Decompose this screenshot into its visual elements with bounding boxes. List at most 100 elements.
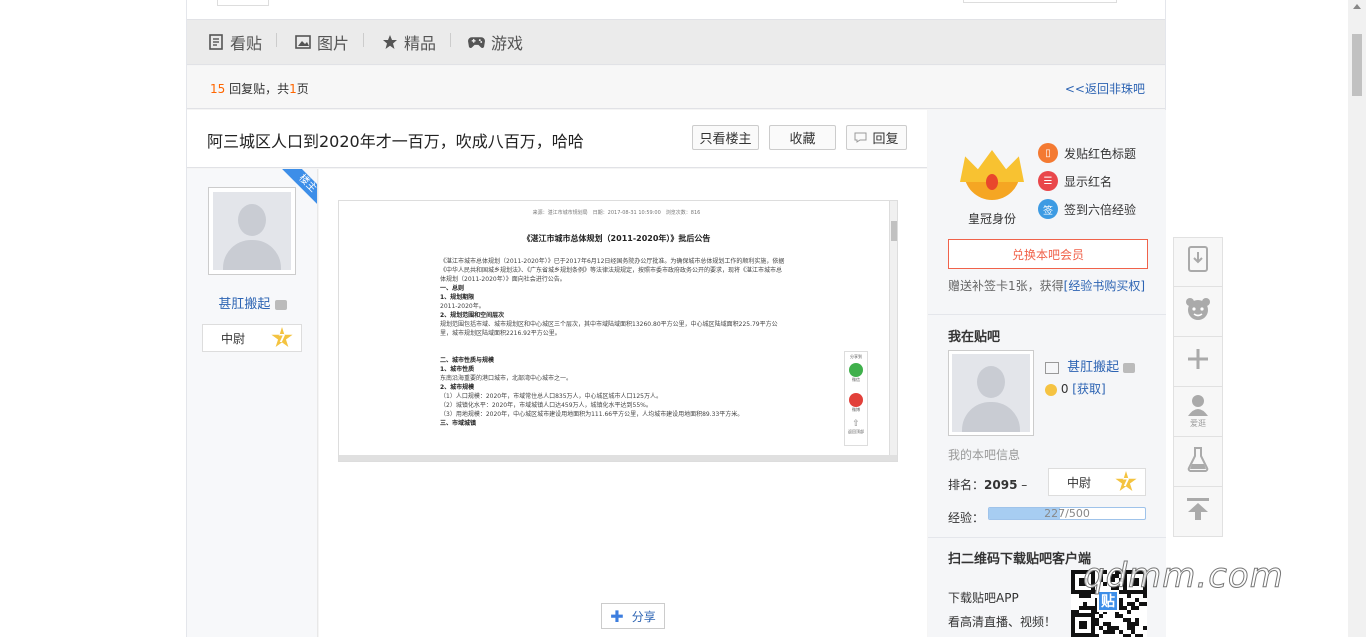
doc-heading: 三、市域城镇	[440, 420, 477, 427]
qr-module	[1127, 610, 1131, 614]
only-op-button[interactable]: 只看楼主	[692, 125, 759, 150]
comment-icon	[854, 132, 867, 143]
image-icon	[294, 34, 311, 51]
qr-finder	[1079, 621, 1087, 629]
default-avatar-icon	[213, 192, 291, 270]
redeem-membership-button[interactable]: 兑换本吧会员	[948, 239, 1148, 269]
doc-heading: 2、城市规模	[440, 384, 475, 391]
thread-title-bar: 阿三城区人口到2020年才一百万，吹成八百万，哈哈 只看楼主 收藏 回复	[187, 110, 927, 168]
qr-line-2: 看高清直播、视频！	[948, 615, 1057, 629]
doc-hscrollbar	[339, 455, 897, 461]
doc-meta: 来源：湛江市城市规划局 日期：2017-08-31 10:59:00 浏览次数：…	[532, 210, 701, 216]
top-button-stub[interactable]	[217, 0, 269, 6]
tool-download-app[interactable]	[1173, 237, 1223, 287]
perk-label: 签到六倍经验	[1064, 202, 1137, 217]
post-image[interactable]: 来源：湛江市城市规划局 日期：2017-08-31 10:59:00 浏览次数：…	[338, 200, 898, 462]
bookmark-icon: ▯	[1038, 143, 1058, 163]
my-section-title: 我在贴吧	[948, 330, 1001, 345]
post-content: 来源：湛江市城市规划局 日期：2017-08-31 10:59:00 浏览次数：…	[319, 169, 927, 637]
qr-module	[1095, 618, 1099, 622]
thread-tabs: 看贴 图片 精品 游戏	[187, 20, 1165, 65]
my-name[interactable]: 甚肛搬起	[1045, 356, 1136, 375]
up-arrow-icon: ⇧	[852, 419, 860, 429]
scroll-up-arrow-icon[interactable]	[1353, 4, 1361, 9]
tool-user-label: 爱逛	[1190, 419, 1206, 428]
doc-share-weibo: 微博	[852, 407, 860, 412]
star-icon	[381, 34, 398, 51]
doc-paragraph: 东南沿海重要的港口城市，北部湾中心城市之一。	[440, 375, 573, 382]
author-rank[interactable]: 中尉 7	[202, 324, 302, 352]
qr-module	[1131, 626, 1135, 630]
qr-module	[1143, 626, 1147, 630]
level-star-icon: 7	[1115, 471, 1137, 492]
my-avatar[interactable]	[948, 350, 1034, 436]
wechat-icon	[849, 363, 863, 377]
get-coins-link[interactable]: [获取]	[1072, 382, 1105, 396]
tool-add[interactable]	[1173, 337, 1223, 387]
membership-panel: 皇冠身份 ▯ 发贴红色标题 ☰ 显示红名 签 签到六倍经验	[928, 110, 1166, 230]
floating-toolbar: 爱逛	[1173, 237, 1223, 537]
weibo-icon	[849, 393, 863, 407]
share-button[interactable]: ✚ 分享	[601, 603, 665, 629]
pager-bar: 15 回复贴，共1页 <<返回非珠吧	[187, 66, 1165, 109]
doc-paragraph: （2）城镇化水平：2020年，市域城镇人口达459万人，城镇化水平达到55%。	[440, 402, 652, 409]
bonus-text: 赠送补签卡1张，获得[经验书购买权]	[948, 277, 1145, 294]
tab-view-posts[interactable]: 看贴	[207, 30, 276, 54]
author-name[interactable]: 甚肛搬起	[187, 293, 318, 312]
qr-module	[1123, 606, 1127, 610]
perk-label: 发贴红色标题	[1064, 146, 1137, 161]
qr-module	[1111, 626, 1115, 630]
doc-paragraph: （3）用地规模：2020年，中心城区城市建设用地面积为111.66平方公里，人均…	[440, 411, 744, 418]
tab-games[interactable]: 游戏	[450, 30, 537, 54]
top-search-stub[interactable]	[963, 0, 1117, 3]
qr-module	[1123, 618, 1127, 622]
qr-module	[1107, 630, 1111, 634]
my-name-text: 甚肛搬起	[1067, 360, 1120, 375]
vip-icon	[1123, 362, 1136, 373]
tab-label: 精品	[404, 34, 437, 53]
doc-heading: 一、总则	[440, 285, 465, 292]
reply-button[interactable]: 回复	[846, 125, 907, 150]
my-coins: 0 [获取]	[1045, 380, 1106, 397]
qr-module	[1083, 606, 1087, 610]
document-screenshot: 来源：湛江市城市规划局 日期：2017-08-31 10:59:00 浏览次数：…	[404, 201, 829, 461]
favorite-button[interactable]: 收藏	[769, 125, 836, 150]
back-to-forum-link[interactable]: <<返回非珠吧	[1065, 80, 1145, 97]
buy-exp-book-link[interactable]: [经验书购买权]	[1064, 279, 1145, 293]
scrollbar-thumb[interactable]	[1352, 34, 1362, 96]
qr-module	[1135, 622, 1139, 626]
rank-label: 排名：	[948, 478, 985, 492]
tab-featured[interactable]: 精品	[363, 30, 450, 54]
default-avatar-icon	[952, 354, 1030, 432]
page-scrollbar[interactable]	[1348, 0, 1366, 637]
tool-user[interactable]: 爱逛	[1173, 387, 1223, 437]
my-rank-title: 中尉	[1067, 475, 1092, 490]
qr-module	[1131, 606, 1135, 610]
chat-icon: ☰	[1038, 171, 1058, 191]
my-rank-badge[interactable]: 中尉 7	[1048, 468, 1146, 496]
share-button-label: 分享	[631, 609, 656, 624]
tab-images[interactable]: 图片	[276, 30, 363, 54]
document-icon	[207, 34, 224, 51]
tab-label: 游戏	[491, 34, 524, 53]
qr-module	[1111, 630, 1115, 634]
crown-icon	[960, 150, 1024, 200]
tool-emoji[interactable]	[1173, 287, 1223, 337]
gamepad-icon	[468, 34, 486, 51]
doc-paragraph: （1）人口规模：2020年，市域常住总人口835万人，中心城区城市人口125万人…	[440, 393, 662, 400]
author-column: 楼主 甚肛搬起 中尉 7	[187, 169, 318, 637]
qr-module	[1143, 602, 1147, 606]
doc-heading: 1、规划期限	[440, 294, 475, 301]
tool-lab[interactable]	[1173, 437, 1223, 487]
doc-intro: 《湛江市城市总体规划（2011-2020年）》已于2017年6月12日经国务院办…	[440, 258, 785, 283]
qr-module	[1119, 602, 1123, 606]
rank-value: 2095	[984, 478, 1018, 492]
qr-module	[1127, 618, 1131, 622]
top-strip	[187, 0, 1165, 20]
tool-back-to-top[interactable]	[1173, 487, 1223, 537]
flask-icon	[1187, 446, 1209, 478]
qr-module	[1127, 602, 1131, 606]
plus-icon: ✚	[610, 606, 624, 626]
back-to-top-icon	[1186, 497, 1210, 527]
qr-module	[1119, 606, 1123, 610]
